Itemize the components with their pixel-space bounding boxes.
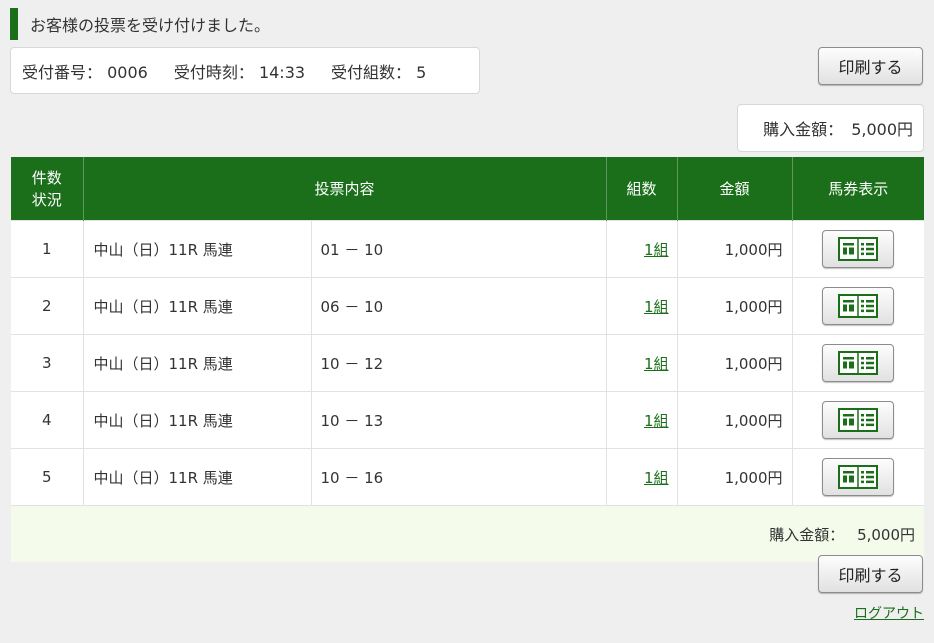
row-sets-cell: 1組 — [605, 220, 678, 278]
row-combination: 10 － 12 — [310, 334, 607, 392]
notice-message: お客様の投票を受け付けました。 — [30, 16, 271, 35]
header-amount: 金額 — [676, 157, 793, 221]
row-sets-link[interactable]: 1組 — [644, 469, 669, 487]
total-row: 購入金額： 5,000円 — [11, 505, 925, 562]
print-button-bottom[interactable]: 印刷する — [818, 555, 923, 593]
header-content: 投票内容 — [82, 157, 607, 221]
row-ticket-cell — [791, 391, 925, 449]
row-amount: 1,000円 — [676, 391, 793, 449]
row-amount: 1,000円 — [676, 448, 793, 506]
receipt-time: 受付時刻： 14:33 — [174, 59, 305, 83]
ticket-icon — [838, 408, 879, 432]
table-row: 2 中山（日）11R 馬連 06 － 10 1組 1,000円 — [11, 277, 925, 335]
row-combination: 10 － 13 — [310, 391, 607, 449]
row-number: 4 — [11, 391, 83, 449]
row-amount: 1,000円 — [676, 334, 793, 392]
header-count: 件数 — [31, 168, 62, 187]
receipt-number-label: 受付番号： — [22, 62, 103, 82]
row-amount: 1,000円 — [676, 220, 793, 278]
row-ticket-cell — [791, 220, 925, 278]
row-amount: 1,000円 — [676, 277, 793, 335]
total-row-cell: 購入金額： 5,000円 — [11, 505, 925, 562]
row-number: 1 — [11, 220, 83, 278]
notice-accent-bar — [10, 8, 18, 40]
print-button-top[interactable]: 印刷する — [818, 47, 923, 85]
ticket-icon — [838, 351, 879, 375]
purchase-total-value: 5,000円 — [857, 525, 916, 544]
table-row: 4 中山（日）11R 馬連 10 － 13 1組 1,000円 — [11, 391, 925, 449]
row-race: 中山（日）11R 馬連 — [82, 334, 311, 392]
purchase-total-label: 購入金額： — [763, 120, 844, 139]
row-sets-link[interactable]: 1組 — [644, 298, 669, 316]
logout-link[interactable]: ログアウト — [854, 603, 924, 623]
receipt-time-value: 14:33 — [258, 62, 306, 82]
row-number: 5 — [11, 448, 83, 506]
purchase-total-value: 5,000円 — [851, 120, 913, 139]
row-sets-link[interactable]: 1組 — [644, 241, 669, 259]
receipt-count-value: 5 — [416, 62, 427, 82]
header-sets: 組数 — [605, 157, 678, 221]
row-ticket-cell — [791, 277, 925, 335]
ticket-display-button[interactable] — [822, 344, 895, 382]
row-sets-link[interactable]: 1組 — [644, 412, 669, 430]
header-status: 状況 — [31, 190, 62, 209]
header-count-status: 件数 状況 — [11, 157, 83, 221]
row-race: 中山（日）11R 馬連 — [82, 220, 311, 278]
vote-table: 件数 状況 投票内容 組数 金額 馬券表示 1 中山（日）11R 馬連 01 － 1… — [11, 157, 925, 562]
receipt-count: 受付組数： 5 — [331, 59, 426, 83]
table-row: 1 中山（日）11R 馬連 01 － 10 1組 1,000円 — [11, 220, 925, 278]
ticket-display-button[interactable] — [822, 287, 895, 325]
ticket-icon — [838, 237, 879, 261]
row-sets-cell: 1組 — [605, 448, 678, 506]
row-sets-link[interactable]: 1組 — [644, 355, 669, 373]
table-row: 5 中山（日）11R 馬連 10 － 16 1組 1,000円 — [11, 448, 925, 506]
table-row: 3 中山（日）11R 馬連 10 － 12 1組 1,000円 — [11, 334, 925, 392]
row-combination: 06 － 10 — [310, 277, 607, 335]
ticket-display-button[interactable] — [822, 458, 895, 496]
row-race: 中山（日）11R 馬連 — [82, 391, 311, 449]
row-sets-cell: 1組 — [605, 391, 678, 449]
row-number: 3 — [11, 334, 83, 392]
receipt-number: 受付番号： 0006 — [22, 59, 148, 83]
row-race: 中山（日）11R 馬連 — [82, 277, 311, 335]
receipt-time-label: 受付時刻： — [173, 62, 254, 82]
row-race: 中山（日）11R 馬連 — [82, 448, 311, 506]
row-ticket-cell — [791, 334, 925, 392]
purchase-total-top: 購入金額： 5,000円 — [737, 104, 924, 152]
row-combination: 01 － 10 — [310, 220, 607, 278]
row-combination: 10 － 16 — [310, 448, 607, 506]
row-sets-cell: 1組 — [605, 277, 678, 335]
ticket-icon — [838, 465, 879, 489]
ticket-display-button[interactable] — [822, 401, 895, 439]
receipt-info-box: 受付番号： 0006 受付時刻： 14:33 受付組数： 5 — [10, 47, 480, 94]
header-ticket: 馬券表示 — [791, 157, 925, 221]
notice-banner: お客様の投票を受け付けました。 — [10, 8, 270, 40]
receipt-number-value: 0006 — [107, 62, 148, 82]
ticket-display-button[interactable] — [822, 230, 895, 268]
ticket-icon — [838, 294, 879, 318]
purchase-total-label: 購入金額： — [769, 525, 845, 544]
receipt-count-label: 受付組数： — [331, 62, 412, 82]
row-number: 2 — [11, 277, 83, 335]
row-sets-cell: 1組 — [605, 334, 678, 392]
row-ticket-cell — [791, 448, 925, 506]
vote-table-header: 件数 状況 投票内容 組数 金額 馬券表示 — [11, 157, 925, 221]
